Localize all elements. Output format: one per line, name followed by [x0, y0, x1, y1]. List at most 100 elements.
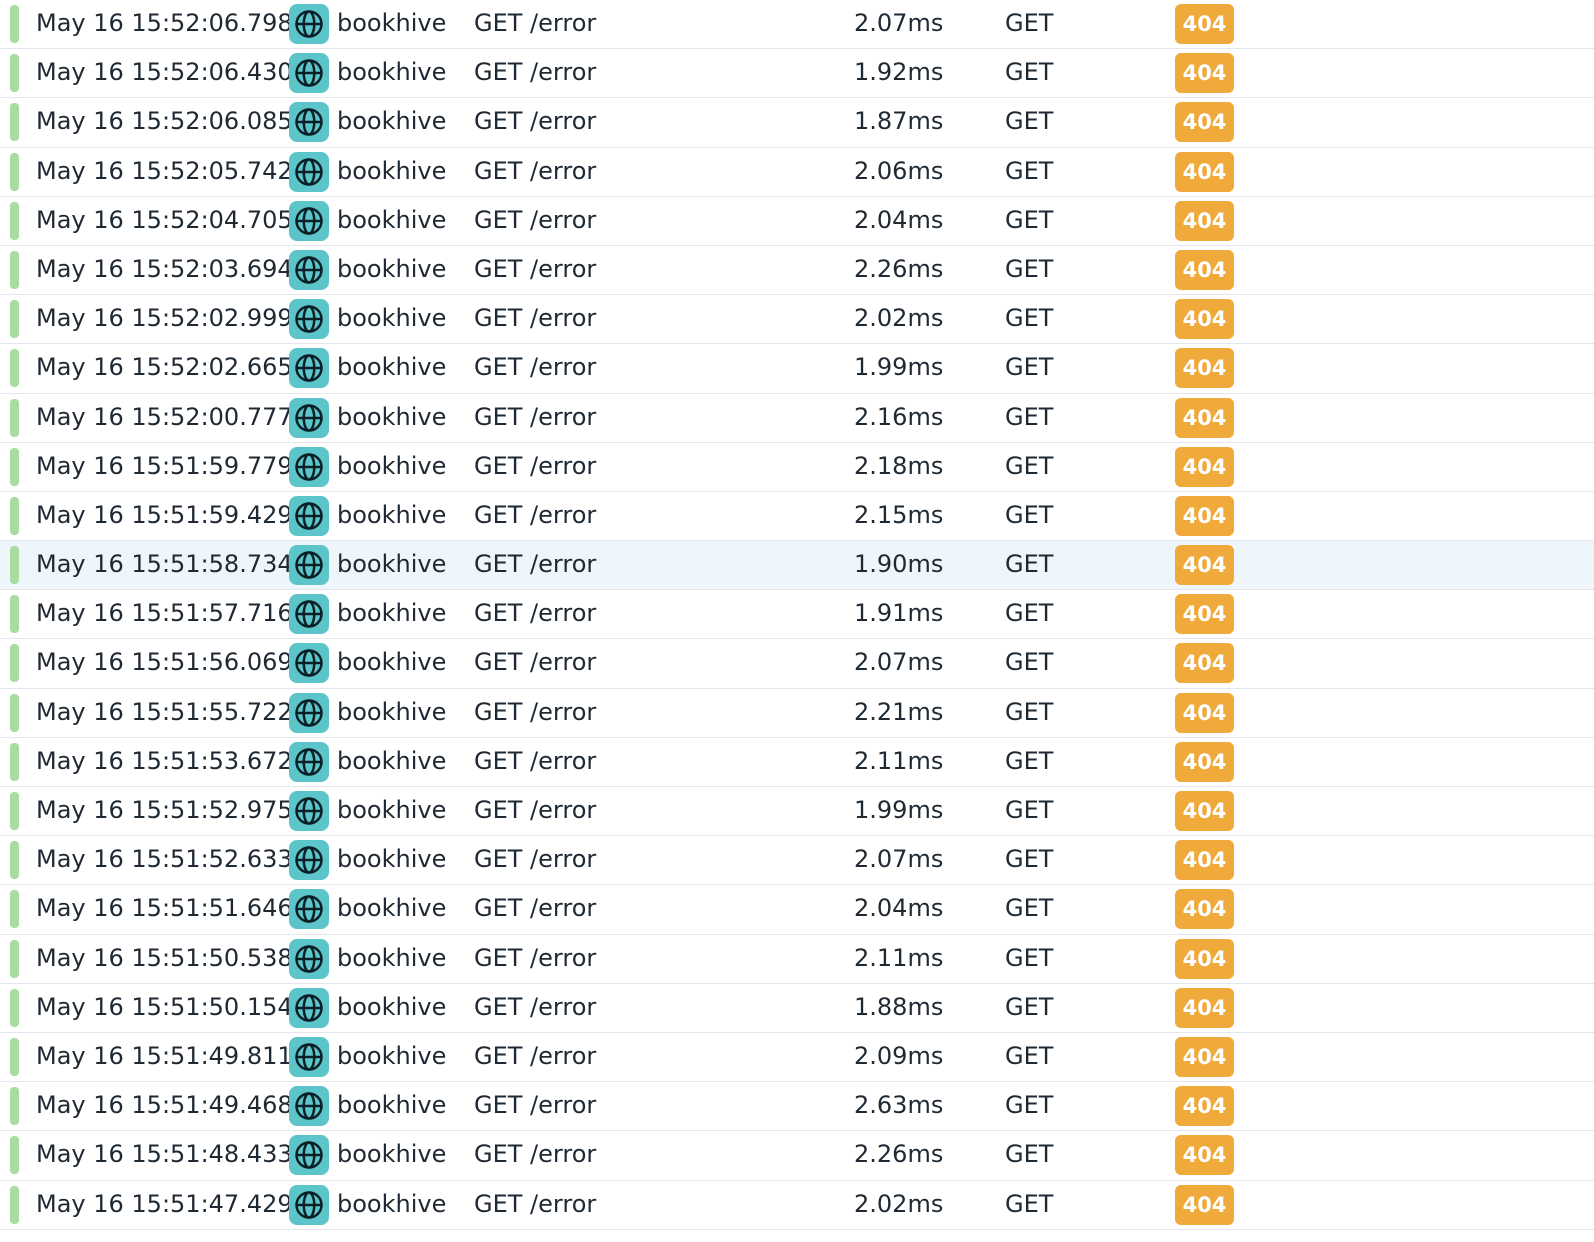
duration-cell: 2.63ms	[854, 1091, 944, 1120]
table-row[interactable]: May 16 15:51:50.538 bookhive GET /error …	[0, 935, 1594, 984]
http-method-cell: GET	[1005, 796, 1054, 824]
status-code-badge: 404	[1175, 102, 1234, 143]
table-row[interactable]: May 16 15:51:56.069 bookhive GET /error …	[0, 639, 1594, 689]
status-indicator-bar	[10, 890, 19, 929]
http-method-cell: GET	[1005, 845, 1054, 874]
service-name-cell: bookhive	[337, 107, 447, 136]
status-code-badge: 404	[1175, 1135, 1234, 1176]
globe-icon	[289, 348, 329, 389]
resource-cell: GET /error	[474, 599, 597, 628]
status-indicator-bar	[10, 595, 19, 634]
resource-cell: GET /error	[474, 648, 597, 677]
resource-cell: GET /error	[474, 107, 597, 136]
http-method-cell: GET	[1005, 205, 1054, 234]
table-row[interactable]: May 16 15:52:03.694 bookhive GET /error …	[0, 246, 1594, 296]
table-row[interactable]: May 16 15:51:47.429 bookhive GET /error …	[0, 1181, 1594, 1230]
duration-cell: 2.15ms	[854, 500, 944, 529]
table-row[interactable]: May 16 15:51:58.734 bookhive GET /error …	[0, 541, 1594, 591]
table-row[interactable]: May 16 15:52:06.085 bookhive GET /error …	[0, 98, 1594, 148]
status-indicator-bar	[10, 300, 19, 339]
table-row[interactable]: May 16 15:52:06.430 bookhive GET /error …	[0, 49, 1594, 99]
service-name-cell: bookhive	[337, 451, 447, 480]
timestamp-cell: May 16 15:51:53.672	[36, 746, 293, 775]
service-name-cell: bookhive	[337, 599, 447, 628]
duration-cell: 2.04ms	[854, 894, 944, 923]
status-indicator-bar	[10, 742, 19, 781]
http-method-cell: GET	[1005, 107, 1054, 136]
table-row[interactable]: May 16 15:51:59.779 bookhive GET /error …	[0, 443, 1594, 492]
table-row[interactable]: May 16 15:51:48.433 bookhive GET /error …	[0, 1131, 1594, 1181]
http-method-cell: GET	[1005, 697, 1054, 726]
timestamp-cell: May 16 15:51:59.429	[36, 500, 293, 529]
status-code-badge: 404	[1175, 4, 1234, 44]
globe-icon	[289, 1086, 329, 1127]
table-row[interactable]: May 16 15:51:53.672 bookhive GET /error …	[0, 738, 1594, 787]
globe-icon	[289, 4, 329, 44]
http-method-cell: GET	[1005, 599, 1054, 628]
table-row[interactable]: May 16 15:51:57.716 bookhive GET /error …	[0, 590, 1594, 640]
table-row[interactable]: May 16 15:51:49.811 bookhive GET /error …	[0, 1033, 1594, 1083]
http-method-cell: GET	[1005, 550, 1054, 579]
service-name-cell: bookhive	[337, 156, 447, 185]
table-row[interactable]: May 16 15:51:52.975 bookhive GET /error …	[0, 787, 1594, 837]
status-indicator-bar	[10, 496, 19, 535]
table-row[interactable]: May 16 15:52:04.705 bookhive GET /error …	[0, 197, 1594, 246]
duration-cell: 1.99ms	[854, 796, 944, 824]
http-method-cell: GET	[1005, 943, 1054, 972]
globe-icon	[289, 446, 329, 487]
status-indicator-bar	[10, 1185, 19, 1224]
resource-cell: GET /error	[474, 205, 597, 234]
table-row[interactable]: May 16 15:52:00.777 bookhive GET /error …	[0, 394, 1594, 443]
status-code-badge: 404	[1175, 791, 1234, 831]
globe-icon	[289, 1184, 329, 1225]
duration-cell: 2.18ms	[854, 451, 944, 480]
table-row[interactable]: May 16 15:51:50.154 bookhive GET /error …	[0, 984, 1594, 1033]
status-code-badge: 404	[1175, 53, 1234, 94]
status-indicator-bar	[10, 447, 19, 486]
globe-icon	[289, 594, 329, 635]
resource-cell: GET /error	[474, 1091, 597, 1120]
duration-cell: 2.16ms	[854, 402, 944, 431]
globe-icon	[289, 987, 329, 1028]
timestamp-cell: May 16 15:52:03.694	[36, 254, 293, 283]
status-code-badge: 404	[1175, 987, 1234, 1028]
http-method-cell: GET	[1005, 353, 1054, 382]
timestamp-cell: May 16 15:52:05.742	[36, 156, 293, 185]
resource-cell: GET /error	[474, 550, 597, 579]
status-indicator-bar	[10, 250, 19, 289]
table-row[interactable]: May 16 15:51:49.468 bookhive GET /error …	[0, 1082, 1594, 1132]
table-row[interactable]: May 16 15:51:52.633 bookhive GET /error …	[0, 836, 1594, 886]
http-method-cell: GET	[1005, 402, 1054, 431]
service-name-cell: bookhive	[337, 353, 447, 382]
table-row[interactable]: May 16 15:51:59.429 bookhive GET /error …	[0, 492, 1594, 542]
duration-cell: 2.02ms	[854, 304, 944, 333]
status-code-badge: 404	[1175, 692, 1234, 733]
status-indicator-bar	[10, 349, 19, 388]
status-indicator-bar	[10, 988, 19, 1027]
status-code-badge: 404	[1175, 249, 1234, 290]
table-row[interactable]: May 16 15:52:05.742 bookhive GET /error …	[0, 148, 1594, 197]
table-row[interactable]: May 16 15:52:02.999 bookhive GET /error …	[0, 295, 1594, 345]
globe-icon	[289, 643, 329, 684]
status-code-badge: 404	[1175, 1184, 1234, 1225]
status-code-badge: 404	[1175, 397, 1234, 438]
http-method-cell: GET	[1005, 894, 1054, 923]
duration-cell: 2.07ms	[854, 9, 944, 37]
timestamp-cell: May 16 15:51:55.722	[36, 697, 293, 726]
status-code-badge: 404	[1175, 840, 1234, 881]
globe-icon	[289, 791, 329, 831]
duration-cell: 2.21ms	[854, 697, 944, 726]
table-row[interactable]: May 16 15:51:55.722 bookhive GET /error …	[0, 689, 1594, 738]
duration-cell: 1.87ms	[854, 107, 944, 136]
status-code-badge: 404	[1175, 348, 1234, 389]
timestamp-cell: May 16 15:52:02.999	[36, 304, 293, 333]
table-row[interactable]: May 16 15:51:51.646 bookhive GET /error …	[0, 885, 1594, 935]
service-name-cell: bookhive	[337, 648, 447, 677]
http-method-cell: GET	[1005, 58, 1054, 87]
resource-cell: GET /error	[474, 894, 597, 923]
status-code-badge: 404	[1175, 1086, 1234, 1127]
table-row[interactable]: May 16 15:52:02.665 bookhive GET /error …	[0, 344, 1594, 394]
table-row[interactable]: May 16 15:52:06.798 bookhive GET /error …	[0, 0, 1594, 50]
status-code-badge: 404	[1175, 446, 1234, 487]
http-method-cell: GET	[1005, 254, 1054, 283]
